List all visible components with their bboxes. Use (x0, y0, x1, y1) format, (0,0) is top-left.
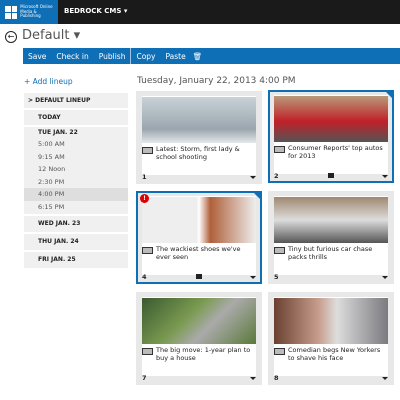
chevron-down-icon[interactable] (250, 276, 256, 279)
time-slot[interactable]: 9:15 AM (24, 151, 128, 164)
article-card-selected[interactable]: The wackiest shoes we've ever seen 4 ! (136, 191, 262, 284)
time-slot[interactable]: 5:00 AM (24, 138, 128, 151)
time-slot[interactable]: 6:15 PM (24, 201, 128, 214)
card-number: 4 (142, 273, 147, 281)
schedule-date: Tuesday, January 22, 2013 4:00 PM (137, 76, 296, 86)
article-card-selected[interactable]: Consumer Reports' top autos for 2013 2 (268, 90, 394, 183)
card-number: 2 (274, 172, 279, 180)
article-card[interactable]: The big move: 1-year plan to buy a house… (136, 292, 262, 385)
article-thumbnail (142, 197, 256, 243)
logo-text: Microsoft Online Media & Publishing (20, 4, 53, 19)
chevron-down-icon[interactable] (250, 377, 256, 380)
add-lineup-link[interactable]: + Add lineup (24, 77, 73, 86)
article-thumbnail (274, 96, 388, 142)
check-icon (252, 191, 262, 201)
alert-icon: ! (140, 194, 149, 203)
save-button[interactable]: Save (23, 52, 51, 61)
toolbar-divider (130, 48, 132, 64)
day-thu[interactable]: THU JAN. 24 (24, 234, 128, 250)
card-number: 1 (142, 173, 147, 181)
day-fri[interactable]: FRI JAN. 25 (24, 252, 128, 268)
day-tue[interactable]: TUE JAN. 22 (24, 127, 128, 138)
page-title-dropdown[interactable]: Default ▾ (22, 28, 80, 43)
chevron-down-icon[interactable] (382, 175, 388, 178)
chevron-down-icon[interactable] (382, 377, 388, 380)
video-icon (274, 348, 285, 355)
lock-icon (328, 173, 334, 178)
article-card[interactable]: Comedian begs New Yorkers to shave his f… (268, 292, 394, 385)
article-card[interactable]: Latest: Storm, first lady & school shoot… (136, 91, 262, 184)
copy-button[interactable]: Copy (131, 52, 160, 61)
article-icon (274, 247, 285, 254)
chevron-down-icon[interactable] (382, 276, 388, 279)
card-number: 5 (274, 273, 279, 281)
paste-button[interactable]: Paste (160, 52, 190, 61)
trash-icon[interactable]: 🗑 (191, 52, 205, 61)
article-thumbnail (274, 197, 388, 243)
chevron-down-icon[interactable] (250, 176, 256, 179)
article-icon (274, 146, 285, 153)
logo[interactable]: Microsoft Online Media & Publishing (0, 0, 58, 24)
card-title: Latest: Storm, first lady & school shoot… (156, 145, 240, 161)
app-switcher[interactable]: BEDROCK CMS ▾ (64, 7, 127, 15)
day-group-tue: TUE JAN. 22 5:00 AM 9:15 AM 12 Noon 2:30… (24, 127, 128, 214)
card-title: Tiny but furious car chase packs thrills (288, 245, 373, 261)
article-card[interactable]: Tiny but furious car chase packs thrills… (268, 191, 394, 284)
article-icon (142, 247, 153, 254)
article-thumbnail (274, 298, 388, 344)
publish-button[interactable]: Publish (94, 52, 131, 61)
card-title: The wackiest shoes we've ever seen (156, 245, 241, 261)
default-lineup[interactable]: > DEFAULT LINEUP (24, 93, 128, 108)
card-title: The big move: 1-year plan to buy a house (156, 346, 251, 362)
card-number: 8 (274, 374, 279, 382)
day-wed[interactable]: WED JAN. 23 (24, 216, 128, 232)
windows-logo-icon (5, 5, 18, 19)
card-number: 7 (142, 374, 147, 382)
check-in-button[interactable]: Check in (51, 52, 93, 61)
back-icon[interactable]: ← (5, 31, 17, 43)
card-title: Consumer Reports' top autos for 2013 (288, 144, 383, 160)
time-slot[interactable]: 12 Noon (24, 163, 128, 176)
article-icon (142, 348, 153, 355)
day-today[interactable]: TODAY (24, 110, 128, 125)
article-thumbnail (142, 298, 256, 344)
time-slot[interactable]: 2:30 PM (24, 176, 128, 189)
lock-icon (196, 274, 202, 279)
time-slot-selected[interactable]: 4:00 PM (24, 188, 128, 201)
article-thumbnail (142, 97, 256, 143)
card-title: Comedian begs New Yorkers to shave his f… (288, 346, 381, 362)
gallery-icon (142, 147, 153, 154)
check-icon (384, 90, 394, 100)
toolbar: Save Check in Publish Copy Paste 🗑 (23, 48, 400, 64)
top-bar: Microsoft Online Media & Publishing BEDR… (0, 0, 400, 24)
